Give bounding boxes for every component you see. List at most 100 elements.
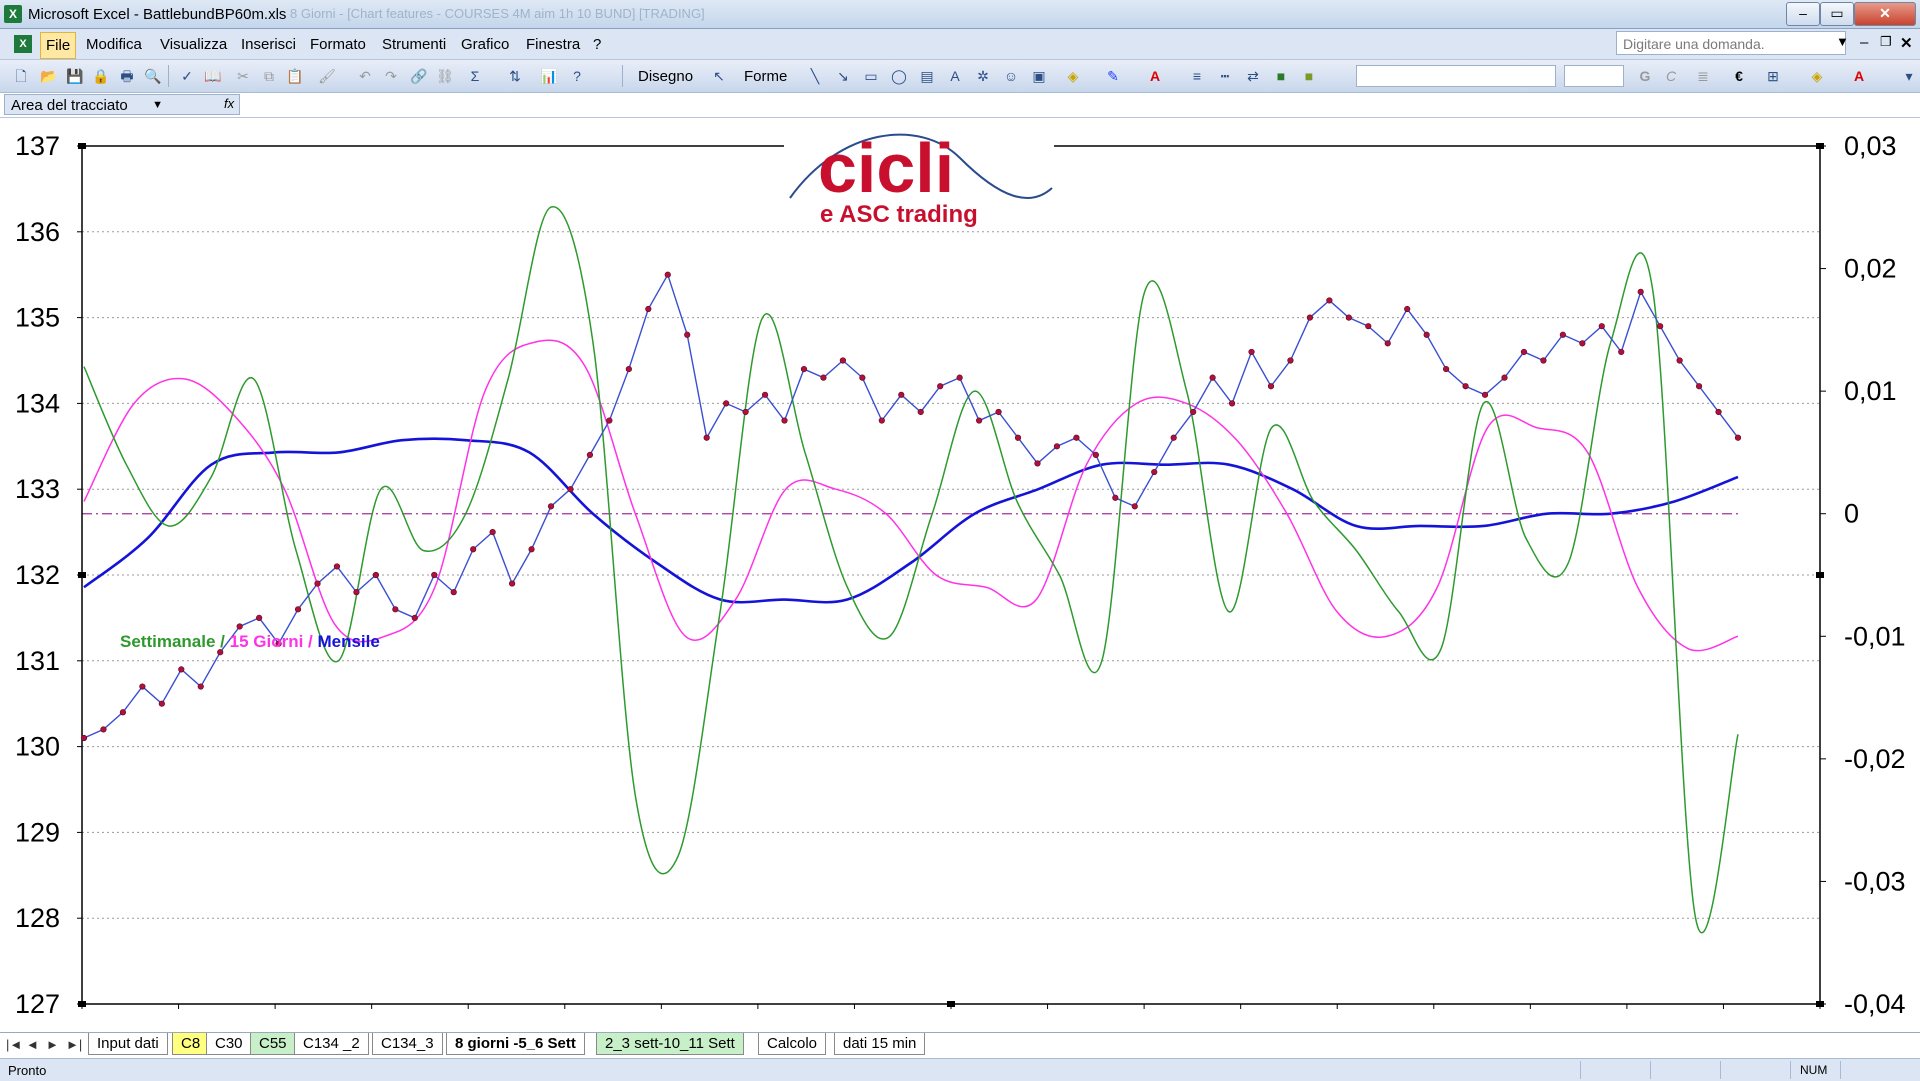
price-data-point[interactable] bbox=[761, 391, 769, 398]
font-color-icon[interactable]: A bbox=[1146, 67, 1164, 85]
series-line-15-giorni[interactable] bbox=[83, 339, 1739, 652]
price-data-point[interactable] bbox=[178, 666, 185, 673]
fx-icon[interactable]: fx bbox=[224, 96, 234, 111]
text-color-icon[interactable]: A bbox=[1850, 67, 1868, 85]
price-data-point[interactable] bbox=[314, 580, 321, 587]
price-data-point[interactable] bbox=[723, 400, 730, 407]
copy-icon[interactable]: ⧉ bbox=[260, 67, 278, 85]
new-document-icon[interactable]: 🗋 bbox=[12, 67, 30, 85]
fill-color-icon[interactable]: ◈ bbox=[1064, 67, 1082, 85]
wordart-icon[interactable]: A bbox=[946, 67, 964, 85]
price-data-point[interactable] bbox=[1306, 314, 1314, 321]
sheet-tab[interactable]: dati 15 min bbox=[834, 1033, 926, 1055]
chart-svg[interactable]: 137 136 135 134 133 132 131 130 129 128 127 0,03 0,0… bbox=[0, 118, 1920, 1032]
save-icon[interactable]: 💾 bbox=[66, 67, 84, 85]
price-data-point[interactable] bbox=[995, 408, 1002, 416]
menu-strumenti[interactable]: Strumenti bbox=[382, 36, 446, 53]
menu-grafico[interactable]: Grafico bbox=[461, 36, 509, 53]
price-data-point[interactable] bbox=[1384, 340, 1391, 347]
price-data-point[interactable] bbox=[625, 365, 632, 373]
price-data-point[interactable] bbox=[1014, 434, 1022, 441]
price-data-point[interactable] bbox=[1540, 357, 1547, 364]
price-data-point[interactable] bbox=[353, 589, 360, 596]
price-data-point[interactable] bbox=[1579, 340, 1586, 347]
price-data-point[interactable] bbox=[1715, 408, 1722, 416]
price-data-point[interactable] bbox=[859, 374, 866, 381]
shapes-menu[interactable]: Forme bbox=[744, 68, 787, 85]
help-icon[interactable]: ? bbox=[568, 67, 586, 85]
menu-inserisci[interactable]: Inserisci bbox=[241, 36, 296, 53]
price-data-point[interactable] bbox=[1598, 323, 1605, 330]
spelling-icon[interactable]: ✓ bbox=[178, 67, 196, 85]
price-data-point[interactable] bbox=[1326, 297, 1333, 304]
selection-handle[interactable] bbox=[78, 1001, 86, 1007]
undo-icon[interactable]: ↶ bbox=[356, 67, 374, 85]
price-data-point[interactable] bbox=[1112, 494, 1119, 501]
rectangle-tool-icon[interactable]: ▭ bbox=[862, 67, 880, 85]
price-data-point[interactable] bbox=[1734, 434, 1742, 441]
price-data-point[interactable] bbox=[567, 486, 574, 493]
price-data-point[interactable] bbox=[372, 571, 379, 579]
paste-icon[interactable]: 📋 bbox=[286, 67, 304, 85]
series-line-mensile[interactable] bbox=[83, 437, 1739, 604]
borders-icon[interactable]: ⊞ bbox=[1764, 67, 1782, 85]
select-objects-icon[interactable]: ↖ bbox=[710, 67, 728, 85]
sheet-tab[interactable]: C30 bbox=[206, 1033, 252, 1055]
price-data-point[interactable] bbox=[392, 606, 399, 613]
price-data-point[interactable] bbox=[470, 546, 477, 553]
tab-scroll-button[interactable]: ►| bbox=[66, 1037, 82, 1052]
price-data-point[interactable] bbox=[1443, 365, 1450, 373]
price-data-point[interactable] bbox=[1073, 434, 1080, 441]
chart-wizard-icon[interactable]: 📊 bbox=[540, 67, 558, 85]
sheet-tab[interactable]: Calcolo bbox=[758, 1033, 827, 1055]
price-data-point[interactable] bbox=[956, 374, 963, 381]
price-data-point[interactable] bbox=[1151, 468, 1158, 476]
price-data-point[interactable] bbox=[820, 374, 827, 381]
open-folder-icon[interactable]: 📂 bbox=[40, 67, 58, 85]
minimize-button[interactable]: – bbox=[1786, 2, 1820, 26]
arrow-style-icon[interactable]: ⇄ bbox=[1244, 67, 1262, 85]
menu-file[interactable]: File bbox=[40, 32, 77, 59]
price-data-point[interactable] bbox=[547, 503, 555, 510]
sheet-tab[interactable]: Input dati bbox=[88, 1033, 168, 1055]
ask-question-box[interactable]: Digitare una domanda. bbox=[1616, 31, 1846, 55]
price-data-point[interactable] bbox=[1501, 374, 1508, 381]
price-data-point[interactable] bbox=[1287, 357, 1294, 364]
price-data-point[interactable] bbox=[1345, 314, 1352, 321]
price-data-point[interactable] bbox=[197, 683, 204, 690]
price-data-point[interactable] bbox=[1267, 383, 1275, 390]
selection-handle[interactable] bbox=[1816, 1001, 1824, 1007]
price-data-point[interactable] bbox=[1618, 348, 1625, 356]
doc-close-icon[interactable]: ✕ bbox=[1900, 34, 1913, 52]
price-data-point[interactable] bbox=[1423, 331, 1430, 338]
selection-handle[interactable] bbox=[1816, 572, 1824, 578]
oval-tool-icon[interactable]: ◯ bbox=[890, 67, 908, 85]
cell-fill-icon[interactable]: ◈ bbox=[1808, 67, 1826, 85]
toolbar-options-icon[interactable]: ▾ bbox=[1900, 67, 1918, 85]
tab-scroll-button[interactable]: |◄ bbox=[6, 1037, 22, 1052]
price-data-point[interactable] bbox=[1131, 503, 1138, 510]
price-data-point[interactable] bbox=[606, 417, 613, 424]
font-name-combo[interactable] bbox=[1356, 65, 1556, 87]
price-data-point[interactable] bbox=[839, 357, 846, 364]
font-size-combo[interactable] bbox=[1564, 65, 1624, 87]
price-data-point[interactable] bbox=[976, 417, 983, 424]
link-icon[interactable]: ⛓ bbox=[436, 67, 454, 85]
price-data-point[interactable] bbox=[1637, 288, 1644, 295]
shadow-icon[interactable]: ■ bbox=[1272, 67, 1290, 85]
price-data-point[interactable] bbox=[1053, 443, 1061, 450]
price-data-point[interactable] bbox=[1481, 391, 1489, 398]
price-data-point[interactable] bbox=[1228, 400, 1236, 407]
research-icon[interactable]: 📖 bbox=[204, 67, 222, 85]
price-data-point[interactable] bbox=[1404, 305, 1411, 313]
price-data-point[interactable] bbox=[119, 709, 127, 716]
selection-handle[interactable] bbox=[1816, 143, 1824, 149]
price-data-point[interactable] bbox=[1462, 383, 1469, 390]
price-data-point[interactable] bbox=[333, 563, 341, 570]
chart-area[interactable]: 137 136 135 134 133 132 131 130 129 128 127 0,03 0,0… bbox=[0, 118, 1920, 1032]
sheet-tab[interactable]: C8 bbox=[172, 1033, 210, 1055]
price-data-point[interactable] bbox=[1248, 348, 1255, 356]
price-data-point[interactable] bbox=[158, 700, 165, 707]
price-data-point[interactable] bbox=[1520, 348, 1528, 356]
price-data-point[interactable] bbox=[917, 408, 924, 416]
